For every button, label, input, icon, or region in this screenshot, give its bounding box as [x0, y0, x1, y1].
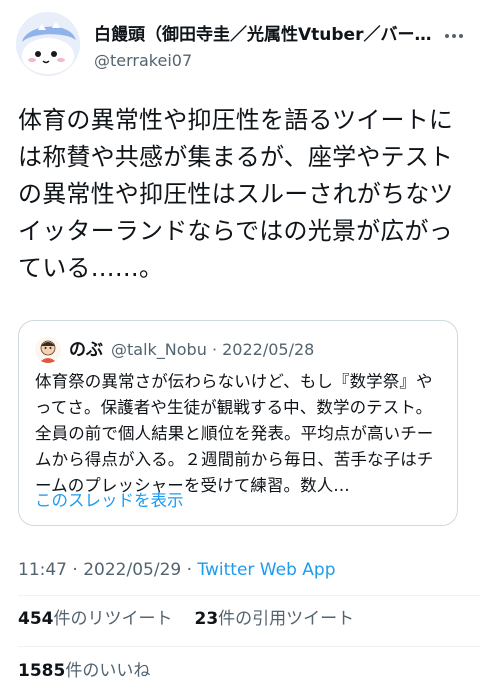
likes-label: 件のいいね [65, 661, 151, 681]
retweets-stat[interactable]: 454件のリツイート [18, 609, 173, 629]
quoted-tweet-text: 体育祭の異常さが伝わらないけど、もし『数学祭』やってさ。保護者や生徒が観戦する中… [35, 372, 434, 495]
tweet-text: 体育の異常性や抑圧性を語るツイートには称賛や共感が集まるが、座学やテストの異常性… [18, 106, 454, 282]
avatar-mascot-icon [16, 12, 80, 76]
quote-meta-separator: · [211, 340, 218, 359]
divider [18, 646, 480, 647]
tweet-date[interactable]: 2022/05/29 [83, 560, 181, 580]
timestamp-separator: · [72, 560, 78, 580]
engagement-stats-row: 454件のリツイート 23件の引用ツイート [18, 607, 354, 631]
more-icon[interactable] [444, 30, 464, 42]
quoted-tweet-header: のぶ @talk_Nobu · 2022/05/28 [35, 337, 441, 365]
author-handle[interactable]: @terrakei07 [94, 50, 192, 72]
show-thread-link[interactable]: このスレッドを表示 [35, 489, 184, 513]
likes-count: 1585 [18, 661, 66, 681]
retweets-count: 454 [18, 609, 54, 629]
author-display-name[interactable]: 白饅頭（御田寺圭／光属性Vtuber／バーチャル・メンヘラ・… [94, 24, 436, 46]
quote-date: 2022/05/28 [222, 340, 315, 359]
tweet-time[interactable]: 11:47 [18, 560, 67, 580]
tweet-source-link[interactable]: Twitter Web App [197, 560, 335, 580]
quote-author-meta: @talk_Nobu · 2022/05/28 [111, 339, 314, 361]
retweets-label: 件のリツイート [53, 609, 173, 629]
timestamp-separator: · [186, 560, 193, 580]
author-avatar[interactable] [16, 12, 80, 76]
likes-stat[interactable]: 1585件のいいね [18, 659, 150, 683]
quote-author-handle: @talk_Nobu [111, 340, 207, 359]
quote-author-name: のぶ [69, 340, 103, 360]
tweet-header: 白饅頭（御田寺圭／光属性Vtuber／バーチャル・メンヘラ・… @terrake… [16, 12, 464, 76]
divider [18, 595, 480, 596]
quote-tweets-stat[interactable]: 23件の引用ツイート [195, 609, 355, 629]
quoted-tweet-card[interactable]: のぶ @talk_Nobu · 2022/05/28 体育祭の異常さが伝わらない… [18, 320, 458, 526]
quote-tweets-label: 件の引用ツイート [218, 609, 355, 629]
quote-author-avatar [35, 337, 61, 363]
tweet-timestamp-row: 11:47 · 2022/05/29 · Twitter Web App [18, 558, 335, 582]
avatar-person-icon [35, 337, 61, 363]
quote-tweets-count: 23 [194, 609, 219, 629]
